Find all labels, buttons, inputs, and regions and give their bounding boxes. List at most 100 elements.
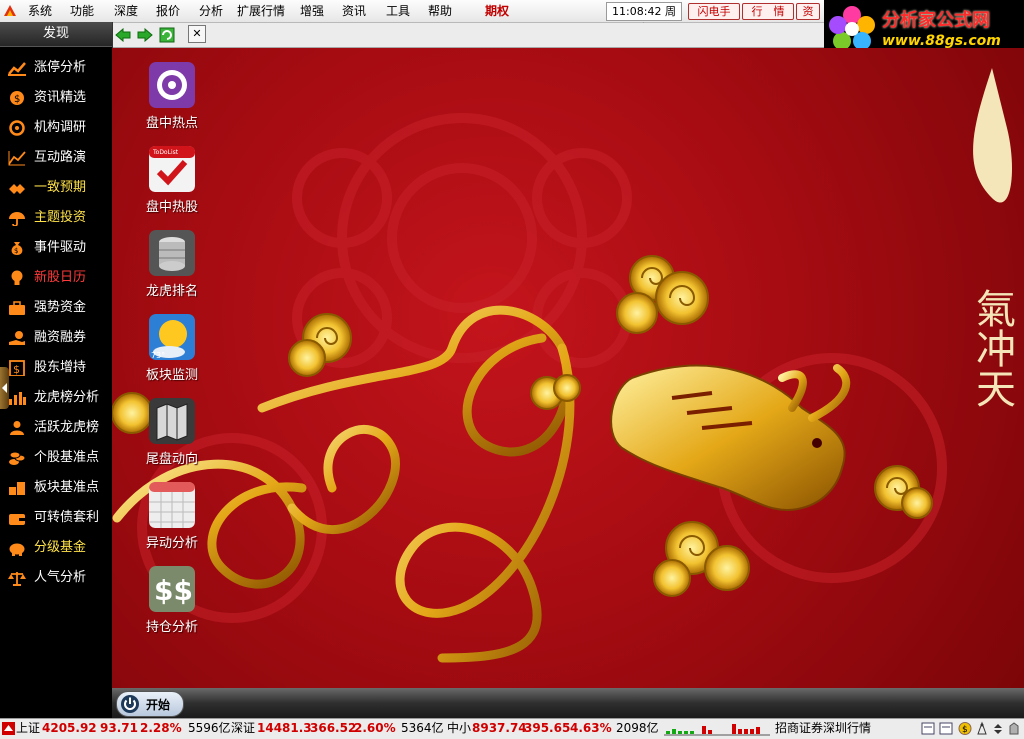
sidebar-item-11[interactable]: $ 股东增持 (0, 353, 112, 383)
money-bag-icon: $ (11, 242, 23, 255)
desktop-icon-1[interactable]: 盘中热点 (132, 62, 212, 142)
sh-volume: 5596亿 (188, 721, 231, 735)
menu-function[interactable]: 功能 (70, 3, 94, 19)
desktop-icon-5[interactable]: 尾盘动向 (132, 398, 212, 478)
desktop-icon-label: 尾盘动向 (145, 452, 198, 467)
briefcase-icon (9, 301, 25, 315)
sh-label: 上证 (16, 721, 41, 735)
weather-icon: 73° (149, 314, 195, 360)
sidebar-item-10[interactable]: 融资融券 (0, 323, 112, 353)
sidebar-item-label: 强势资金 (34, 300, 87, 315)
menu-depth[interactable]: 深度 (114, 3, 138, 19)
sidebar-item-8[interactable]: 新股日历 (0, 263, 112, 293)
menu-quote[interactable]: 报价 (156, 3, 180, 19)
broker-label: 招商证券深圳行情 (775, 721, 872, 735)
sidebar-item-label: 融资融券 (34, 330, 87, 345)
sidebar-item-3[interactable]: 机构调研 (0, 113, 112, 143)
sidebar-item-label: 可转债套利 (34, 510, 100, 525)
todolist-icon: ToDoList (149, 146, 195, 192)
menu-enhance[interactable]: 增强 (300, 3, 324, 19)
refresh-icon (159, 27, 175, 43)
svg-text:$$: $$ (154, 574, 193, 607)
handshake-icon (9, 184, 25, 194)
flash-trade-button[interactable]: 闪电手 (688, 3, 740, 20)
sidebar-item-13[interactable]: 活跃龙虎榜 (0, 413, 112, 443)
menu-options[interactable]: 期权 (485, 3, 509, 19)
zx-percent: 4.63% (570, 721, 612, 735)
desktop-icon-label: 异动分析 (145, 536, 198, 551)
sidebar-item-14[interactable]: 个股基准点 (0, 443, 112, 473)
wallet-icon (9, 514, 25, 525)
market-up-icon (2, 722, 15, 735)
sidebar-item-18[interactable]: 人气分析 (0, 563, 112, 593)
icon-badge: 73° (151, 351, 165, 360)
app-logo-icon[interactable] (2, 3, 18, 19)
menu-news[interactable]: 资讯 (342, 3, 366, 19)
sidebar-item-label: 分级基金 (34, 540, 87, 555)
news-button[interactable]: 资 (796, 3, 820, 20)
desktop-icon-7[interactable]: $$ 持仓分析 (132, 566, 212, 646)
line-chart-icon (8, 151, 26, 166)
menu-tools[interactable]: 工具 (386, 3, 410, 19)
zx-change: 395.65 (524, 721, 571, 735)
svg-text:$: $ (13, 363, 20, 376)
flower-logo-icon (829, 6, 875, 50)
map-icon (149, 398, 195, 444)
tray-icons[interactable]: $ (920, 721, 1020, 736)
desktop-icon-6[interactable]: 异动分析 (132, 482, 212, 562)
sidebar-item-2[interactable]: $ 资讯精选 (0, 83, 112, 113)
sidebar-item-label: 龙虎榜分析 (34, 390, 100, 405)
sidebar-item-4[interactable]: 互动路演 (0, 143, 112, 173)
menu-system[interactable]: 系统 (28, 3, 52, 19)
sh-index: 4205.92 (42, 721, 97, 735)
market-button[interactable]: 行 情 (742, 3, 794, 20)
sidebar-item-5[interactable]: 一致预期 (0, 173, 112, 203)
sidebar: 发现 涨停分析 $ 资讯精选 机构调研互动路演一致预期主题投资 $ 事件驱动新股日历强势资… (0, 22, 113, 718)
desktop-icon-label: 盘中热点 (145, 116, 198, 131)
sz-label: 深证 (231, 721, 256, 735)
desktop-icon-2[interactable]: ToDoList 盘中热股 (132, 146, 212, 226)
start-button[interactable]: 开始 (116, 691, 184, 717)
calendar-icon (149, 482, 195, 528)
desktop-icon-4[interactable]: 73° 板块监测 (132, 314, 212, 394)
sh-change: 93.71 (100, 721, 138, 735)
close-button[interactable]: ✕ (188, 25, 206, 43)
sidebar-item-6[interactable]: 主题投资 (0, 203, 112, 233)
forward-button[interactable] (136, 26, 154, 44)
sidebar-item-label: 一致预期 (34, 180, 87, 195)
sidebar-item-17[interactable]: 分级基金 (0, 533, 112, 563)
sidebar-item-15[interactable]: 板块基准点 (0, 473, 112, 503)
sidebar-item-label: 涨停分析 (34, 60, 87, 75)
back-button[interactable] (114, 26, 132, 44)
sidebar-item-16[interactable]: 可转债套利 (0, 503, 112, 533)
arrow-left-icon (115, 28, 131, 42)
sidebar-item-label: 板块基准点 (34, 480, 100, 495)
sidebar-title: 发现 (0, 22, 112, 47)
sidebar-item-label: 个股基准点 (34, 450, 100, 465)
sidebar-item-label: 互动路演 (34, 150, 87, 165)
menu-extended-market[interactable]: 扩展行情 (237, 3, 285, 19)
sidebar-item-7[interactable]: $ 事件驱动 (0, 233, 112, 263)
coins-icon (9, 451, 26, 465)
refresh-button[interactable] (158, 26, 176, 44)
sidebar-item-9[interactable]: 强势资金 (0, 293, 112, 323)
menu-help[interactable]: 帮助 (428, 3, 452, 19)
dollar-sign-icon: $$ (149, 566, 195, 612)
desktop-icon-label: 龙虎排名 (145, 284, 198, 299)
menu-analysis[interactable]: 分析 (199, 3, 223, 19)
sidebar-item-label: 股东增持 (34, 360, 87, 375)
sidebar-collapse-handle[interactable] (0, 367, 9, 409)
sz-percent: 2.60% (354, 721, 396, 735)
wallpaper-calligraphy: 氣冲天 (969, 288, 1015, 408)
zx-label: 中小 (447, 721, 472, 735)
desktop-icon-3[interactable]: 龙虎排名 (132, 230, 212, 310)
sidebar-item-label: 主题投资 (34, 210, 87, 225)
sidebar-item-1[interactable]: 涨停分析 (0, 53, 112, 83)
scale-icon (8, 572, 26, 586)
zx-volume: 2098亿 (616, 721, 659, 735)
sidebar-item-label: 事件驱动 (34, 240, 87, 255)
refresh-target-icon (9, 120, 25, 136)
ox-year-wallpaper (112, 68, 1012, 663)
sidebar-item-12[interactable]: 龙虎榜分析 (0, 383, 112, 413)
chart-up-icon (8, 62, 26, 76)
